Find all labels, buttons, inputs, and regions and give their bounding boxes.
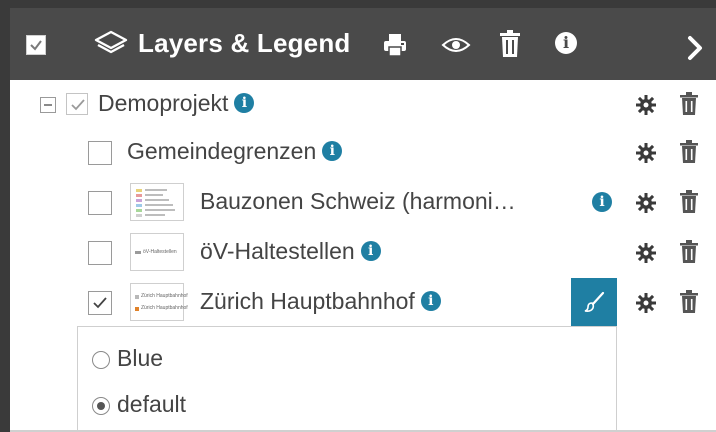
info-icon[interactable]: i xyxy=(420,290,441,311)
info-icon[interactable]: i xyxy=(234,92,255,113)
layer-label: Gemeindegrenzen xyxy=(127,138,317,164)
layer-row: Gemeindegrenzen i xyxy=(10,128,716,176)
layers-icon xyxy=(94,30,128,54)
gear-icon[interactable] xyxy=(636,243,656,263)
style-radio[interactable] xyxy=(92,397,110,415)
layer-row: Bauzonen Schweiz (harmoni… i xyxy=(10,178,716,226)
panel-title: Layers & Legend xyxy=(138,28,351,58)
layer-checkbox[interactable] xyxy=(88,291,112,315)
panel-header: Layers & Legend i xyxy=(10,8,716,80)
legend-thumbnail[interactable] xyxy=(130,183,184,221)
gear-icon[interactable] xyxy=(636,193,656,213)
group-label-wrap: Demoprojekt i xyxy=(98,90,255,117)
tree-group-row: Demoprojekt i xyxy=(10,80,716,128)
group-label: Demoprojekt xyxy=(98,90,229,116)
trash-icon[interactable] xyxy=(499,30,521,58)
info-icon[interactable]: i xyxy=(360,240,381,261)
select-all-checkbox[interactable] xyxy=(26,35,46,55)
layer-label: Bauzonen Schweiz (harmoni… xyxy=(200,188,516,214)
info-icon[interactable]: i xyxy=(592,192,612,212)
gear-icon[interactable] xyxy=(636,293,656,313)
style-radio[interactable] xyxy=(92,351,110,369)
trash-icon[interactable] xyxy=(680,290,698,314)
layer-label-wrap: öV-Haltestellen i xyxy=(200,238,381,265)
layer-checkbox[interactable] xyxy=(88,191,112,215)
collapse-toggle[interactable] xyxy=(40,97,56,113)
layer-row: öV-Haltestellen öV-Haltestellen i xyxy=(10,228,716,276)
trash-icon[interactable] xyxy=(680,240,698,264)
chevron-right-icon[interactable] xyxy=(686,35,704,61)
gear-icon[interactable] xyxy=(636,143,656,163)
paintbrush-icon xyxy=(584,291,605,312)
group-checkbox[interactable] xyxy=(66,93,88,115)
trash-icon[interactable] xyxy=(680,190,698,214)
style-option-label: Blue xyxy=(117,345,164,371)
layer-checkbox[interactable] xyxy=(88,141,112,165)
legend-text: öV-Haltestellen xyxy=(143,249,177,255)
print-icon[interactable] xyxy=(382,32,408,58)
layer-label: öV-Haltestellen xyxy=(200,238,355,264)
trash-icon[interactable] xyxy=(680,140,698,164)
trash-icon[interactable] xyxy=(680,92,698,116)
style-options-panel: Blue default xyxy=(77,326,617,432)
style-toggle-button[interactable] xyxy=(571,278,617,326)
layer-label-wrap: Zürich Hauptbahnhof i xyxy=(200,288,441,315)
legend-text: Zürich Hauptbahnhof xyxy=(141,293,188,299)
info-icon[interactable]: i xyxy=(322,140,343,161)
layer-label-wrap: Gemeindegrenzen i xyxy=(127,138,343,165)
legend-thumbnail[interactable]: öV-Haltestellen xyxy=(130,233,184,271)
info-icon[interactable]: i xyxy=(555,32,577,54)
gear-icon[interactable] xyxy=(636,95,656,115)
layer-label: Zürich Hauptbahnhof xyxy=(200,288,415,314)
style-option-label: default xyxy=(117,391,187,417)
layers-legend-panel: Layers & Legend i Demoprojekt i Gemeinde… xyxy=(10,8,716,432)
legend-text: Zürich Hauptbahnhof xyxy=(141,305,188,311)
layer-checkbox[interactable] xyxy=(88,241,112,265)
legend-thumbnail[interactable]: Zürich Hauptbahnhof Zürich Hauptbahnhof xyxy=(130,283,188,321)
eye-icon[interactable] xyxy=(441,35,471,55)
